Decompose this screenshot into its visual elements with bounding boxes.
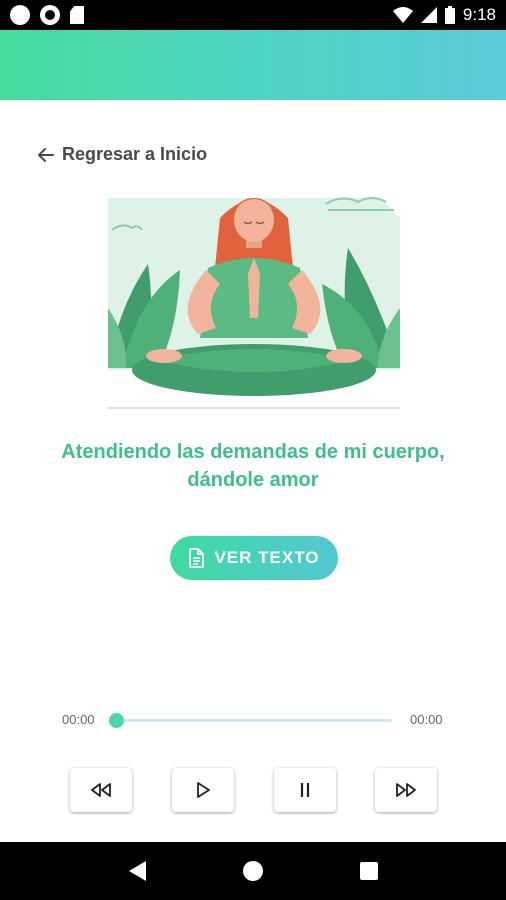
system-nav-bar bbox=[0, 842, 506, 900]
progress-track[interactable] bbox=[116, 719, 392, 722]
progress-thumb[interactable] bbox=[108, 713, 124, 728]
status-right: 9:18 bbox=[392, 5, 496, 25]
fast-forward-icon bbox=[396, 783, 416, 797]
document-icon bbox=[189, 548, 205, 568]
record-icon bbox=[40, 5, 60, 25]
battery-icon bbox=[444, 6, 455, 24]
wifi-icon bbox=[392, 7, 413, 23]
back-to-home-link[interactable]: Regresar a Inicio bbox=[38, 144, 207, 165]
play-button[interactable] bbox=[172, 768, 234, 812]
nav-recent-apps-icon[interactable] bbox=[359, 862, 378, 880]
total-time: 00:00 bbox=[410, 712, 443, 727]
play-icon bbox=[197, 782, 210, 798]
status-time: 9:18 bbox=[462, 5, 496, 24]
pause-button[interactable] bbox=[274, 768, 336, 812]
current-time: 00:00 bbox=[62, 712, 95, 727]
meditation-illustration bbox=[108, 197, 400, 409]
rewind-icon bbox=[91, 783, 111, 797]
arrow-left-icon bbox=[38, 147, 54, 162]
header-banner bbox=[0, 30, 506, 100]
title-line-1: Atendiendo las demandas de mi cuerpo, bbox=[61, 441, 445, 463]
audio-progress: 00:00 00:00 bbox=[0, 708, 506, 732]
status-left bbox=[10, 5, 84, 25]
notification-icon bbox=[10, 5, 30, 25]
nav-back-icon[interactable] bbox=[128, 861, 146, 881]
ver-texto-label: VER TEXTO bbox=[214, 548, 320, 567]
player-controls bbox=[0, 768, 506, 812]
ver-texto-button[interactable]: VER TEXTO bbox=[170, 536, 338, 580]
fast-forward-button[interactable] bbox=[375, 768, 437, 812]
title-line-2: dándole amor bbox=[187, 469, 319, 491]
sd-card-icon bbox=[70, 6, 84, 24]
status-bar: 9:18 bbox=[0, 0, 506, 30]
nav-home-icon[interactable] bbox=[242, 861, 263, 881]
meditation-title: Atendiendo las demandas de mi cuerpo, dá… bbox=[20, 438, 486, 494]
rewind-button[interactable] bbox=[70, 768, 132, 812]
signal-icon bbox=[420, 7, 437, 23]
back-link-label: Regresar a Inicio bbox=[62, 144, 208, 164]
pause-icon bbox=[300, 783, 310, 797]
